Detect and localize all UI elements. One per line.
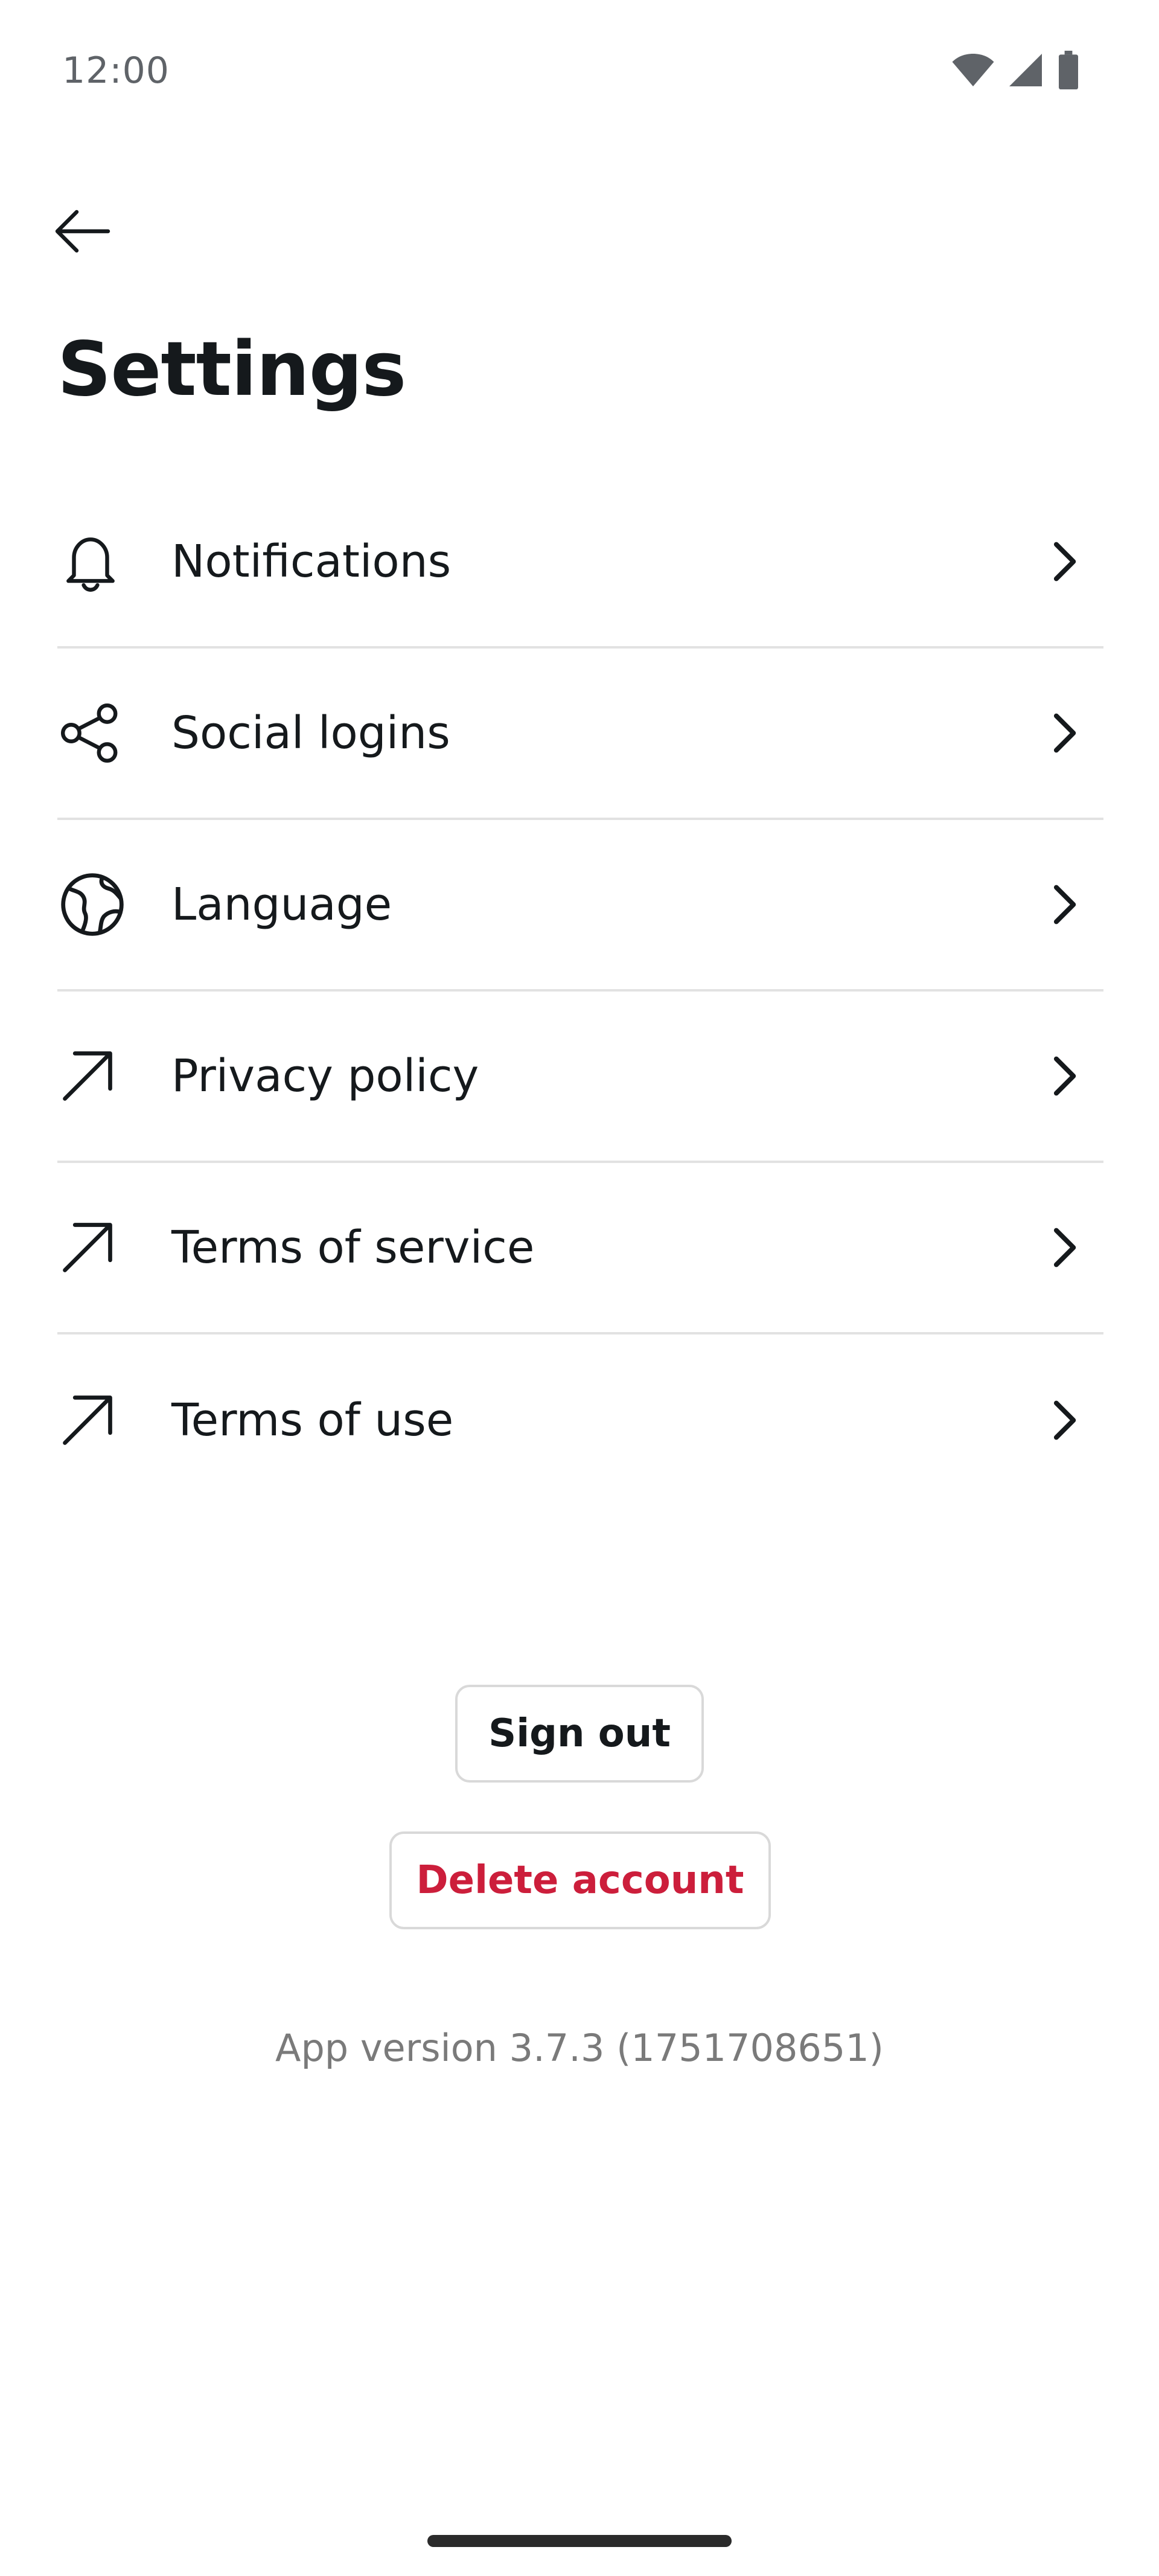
wifi-icon <box>951 52 995 88</box>
settings-item-social-logins[interactable]: Social logins <box>57 649 1103 820</box>
cellular-signal-icon <box>1007 52 1044 88</box>
globe-icon <box>57 867 132 942</box>
back-button[interactable] <box>42 193 121 272</box>
settings-list: Notifications Social logins Language Pri… <box>57 477 1103 1506</box>
settings-item-notifications[interactable]: Notifications <box>57 477 1103 649</box>
external-link-icon <box>57 1039 132 1113</box>
settings-item-label: Terms of service <box>171 1222 535 1274</box>
external-link-icon <box>57 1210 132 1285</box>
page-title: Settings <box>57 326 406 413</box>
bell-icon <box>57 524 132 599</box>
chevron-right-icon <box>1040 537 1088 586</box>
settings-item-language[interactable]: Language <box>57 820 1103 992</box>
delete-account-button[interactable]: Delete account <box>389 1831 771 1929</box>
chevron-right-icon <box>1040 1052 1088 1100</box>
settings-item-label: Notifications <box>171 536 452 588</box>
status-icons <box>951 51 1081 89</box>
settings-item-terms-of-service[interactable]: Terms of service <box>57 1163 1103 1334</box>
share-icon <box>57 696 132 771</box>
settings-item-privacy-policy[interactable]: Privacy policy <box>57 992 1103 1163</box>
external-link-icon <box>57 1383 132 1458</box>
battery-icon <box>1056 51 1081 89</box>
status-bar: 12:00 <box>0 0 1159 139</box>
chevron-right-icon <box>1040 1223 1088 1272</box>
settings-item-label: Privacy policy <box>171 1050 479 1102</box>
status-time: 12:00 <box>62 50 170 92</box>
home-indicator[interactable] <box>427 2535 732 2547</box>
settings-item-terms-of-use[interactable]: Terms of use <box>57 1334 1103 1506</box>
settings-item-label: Terms of use <box>171 1394 454 1446</box>
sign-out-button[interactable]: Sign out <box>455 1685 704 1783</box>
app-version: App version 3.7.3 (1751708651) <box>275 2026 884 2070</box>
settings-screen: 12:00 Settings Notifications Social logi… <box>0 0 1159 2576</box>
chevron-right-icon <box>1040 709 1088 757</box>
settings-item-label: Language <box>171 879 392 931</box>
settings-item-label: Social logins <box>171 707 450 759</box>
chevron-right-icon <box>1040 880 1088 929</box>
arrow-left-icon <box>53 207 110 258</box>
chevron-right-icon <box>1040 1396 1088 1444</box>
